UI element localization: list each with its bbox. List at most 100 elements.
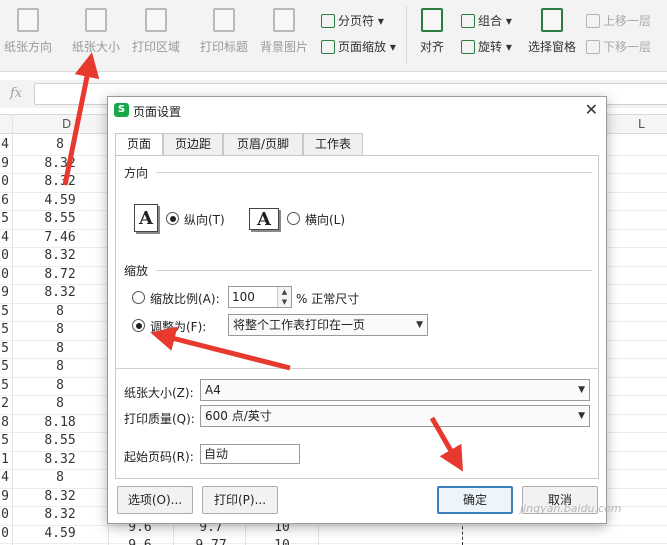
page-break-button[interactable]: 分页符 ▾ — [321, 12, 384, 29]
row-gridline — [0, 524, 667, 526]
function-icon[interactable]: fx — [10, 86, 22, 101]
first-page-input[interactable]: 自动 — [200, 444, 300, 464]
tab-page[interactable]: 页面 — [115, 133, 163, 156]
bring-forward-label: 上移一层 — [603, 14, 652, 28]
wps-logo-icon: S — [114, 103, 129, 117]
row-number-cell[interactable]: 5 — [0, 433, 10, 448]
print-area-icon — [145, 8, 167, 32]
align-button[interactable]: 对齐 — [414, 8, 450, 55]
tab-header-footer[interactable]: 页眉/页脚 — [223, 133, 303, 155]
options-button[interactable]: 选项(O)... — [117, 486, 193, 514]
group-button[interactable]: 组合 ▾ — [461, 12, 512, 29]
column-header-l[interactable]: L — [638, 117, 645, 131]
print-quality-label: 打印质量(Q): — [124, 412, 195, 426]
scale-percent-input[interactable]: 100 ▲ ▼ — [228, 286, 292, 308]
chevron-down-icon: ▼ — [578, 385, 585, 395]
table-cell[interactable]: 4.59 — [20, 193, 100, 208]
selection-pane-button[interactable]: 选择窗格 — [526, 8, 578, 55]
row-number-cell[interactable]: 0 — [0, 267, 10, 282]
table-cell[interactable]: 8.55 — [20, 211, 100, 226]
send-backward-button[interactable]: 下移一层 — [586, 38, 651, 55]
scale-percent-radio[interactable] — [132, 291, 145, 304]
table-cell[interactable]: 8.32 — [20, 285, 100, 300]
table-cell[interactable]: 8 — [20, 341, 100, 356]
table-cell[interactable]: 8 — [20, 470, 100, 485]
portrait-label[interactable]: 纵向(T) — [184, 211, 225, 228]
table-cell[interactable]: 10 — [247, 538, 317, 545]
page-break-icon — [321, 14, 335, 28]
table-cell[interactable]: 8.18 — [20, 415, 100, 430]
tab-sheet[interactable]: 工作表 — [303, 133, 363, 155]
ok-button[interactable]: 确定 — [437, 486, 513, 514]
print-titles-button[interactable]: 打印标题 — [198, 8, 250, 55]
portrait-radio[interactable] — [166, 212, 179, 225]
table-cell[interactable]: 8 — [20, 137, 100, 152]
table-cell[interactable]: 8 — [20, 396, 100, 411]
row-number-cell[interactable]: 9 — [0, 156, 10, 171]
table-cell[interactable]: 8.32 — [20, 174, 100, 189]
chevron-down-icon: ▼ — [416, 320, 423, 330]
row-number-cell[interactable]: 0 — [0, 174, 10, 189]
print-area-button[interactable]: 打印区域 — [130, 8, 182, 55]
table-cell[interactable]: 8 — [20, 378, 100, 393]
row-number-cell[interactable]: 4 — [0, 137, 10, 152]
row-number-cell[interactable]: 4 — [0, 470, 10, 485]
paper-size-label: 纸张大小 — [71, 40, 120, 54]
paper-size-value: A4 — [205, 383, 221, 397]
row-number-cell[interactable]: 5 — [0, 322, 10, 337]
close-icon[interactable]: ✕ — [585, 100, 598, 119]
tab-margins[interactable]: 页边距 — [163, 133, 223, 155]
table-cell[interactable]: 4.59 — [20, 526, 100, 541]
row-number-cell[interactable]: 9 — [0, 285, 10, 300]
ribbon-divider — [406, 6, 407, 64]
print-button[interactable]: 打印(P)... — [202, 486, 278, 514]
row-number-cell[interactable]: 4 — [0, 230, 10, 245]
scale-stepper[interactable]: ▲ ▼ — [277, 287, 291, 307]
row-number-cell[interactable]: 8 — [0, 415, 10, 430]
print-quality-select[interactable]: 600 点/英寸 ▼ — [200, 405, 590, 427]
rotate-button[interactable]: 旋转 ▾ — [461, 38, 512, 55]
fit-to-radio[interactable] — [132, 319, 145, 332]
rotate-label: 旋转 — [478, 40, 503, 54]
paper-size-select[interactable]: A4 ▼ — [200, 379, 590, 401]
table-cell[interactable]: 8.32 — [20, 489, 100, 504]
table-cell[interactable]: 8.32 — [20, 452, 100, 467]
background-image-button[interactable]: 背景图片 — [258, 8, 310, 55]
table-cell[interactable]: 8.32 — [20, 248, 100, 263]
table-cell[interactable]: 8 — [20, 322, 100, 337]
table-cell[interactable]: 8 — [20, 304, 100, 319]
scale-percent-label[interactable]: 缩放比例(A): — [150, 290, 220, 307]
row-number-cell[interactable]: 2 — [0, 396, 10, 411]
row-number-cell[interactable]: 0 — [0, 248, 10, 263]
page-zoom-button[interactable]: 页面缩放 ▾ — [321, 38, 396, 55]
table-cell[interactable]: 8.32 — [20, 507, 100, 522]
send-backward-icon — [586, 40, 600, 54]
table-cell[interactable]: 8 — [20, 359, 100, 374]
row-number-cell[interactable]: 0 — [0, 507, 10, 522]
row-number-cell[interactable]: 5 — [0, 211, 10, 226]
row-number-cell[interactable]: 9 — [0, 489, 10, 504]
page-orientation-button[interactable]: 纸张方向 — [2, 8, 54, 55]
row-number-cell[interactable]: 6 — [0, 193, 10, 208]
table-cell[interactable]: 8.72 — [20, 267, 100, 282]
column-header-d[interactable]: D — [62, 117, 71, 131]
row-number-cell[interactable]: 5 — [0, 341, 10, 356]
fit-to-label[interactable]: 调整为(F): — [150, 318, 206, 335]
fit-to-select[interactable]: 将整个工作表打印在一页 ▼ — [228, 314, 428, 336]
table-cell[interactable]: 7.46 — [20, 230, 100, 245]
row-number-cell[interactable]: 5 — [0, 359, 10, 374]
table-cell[interactable]: 9.77 — [175, 538, 247, 545]
table-cell[interactable]: 8.55 — [20, 433, 100, 448]
group-icon — [461, 14, 475, 28]
row-number-cell[interactable]: 5 — [0, 378, 10, 393]
bring-forward-button[interactable]: 上移一层 — [586, 12, 651, 29]
landscape-label[interactable]: 横向(L) — [305, 211, 345, 228]
landscape-radio[interactable] — [287, 212, 300, 225]
paper-size-button[interactable]: 纸张大小 — [70, 8, 122, 55]
table-cell[interactable]: 9.6 — [110, 538, 170, 545]
page-orientation-icon — [17, 8, 39, 32]
table-cell[interactable]: 8.32 — [20, 156, 100, 171]
row-number-cell[interactable]: 0 — [0, 526, 10, 541]
row-number-cell[interactable]: 1 — [0, 452, 10, 467]
row-number-cell[interactable]: 5 — [0, 304, 10, 319]
